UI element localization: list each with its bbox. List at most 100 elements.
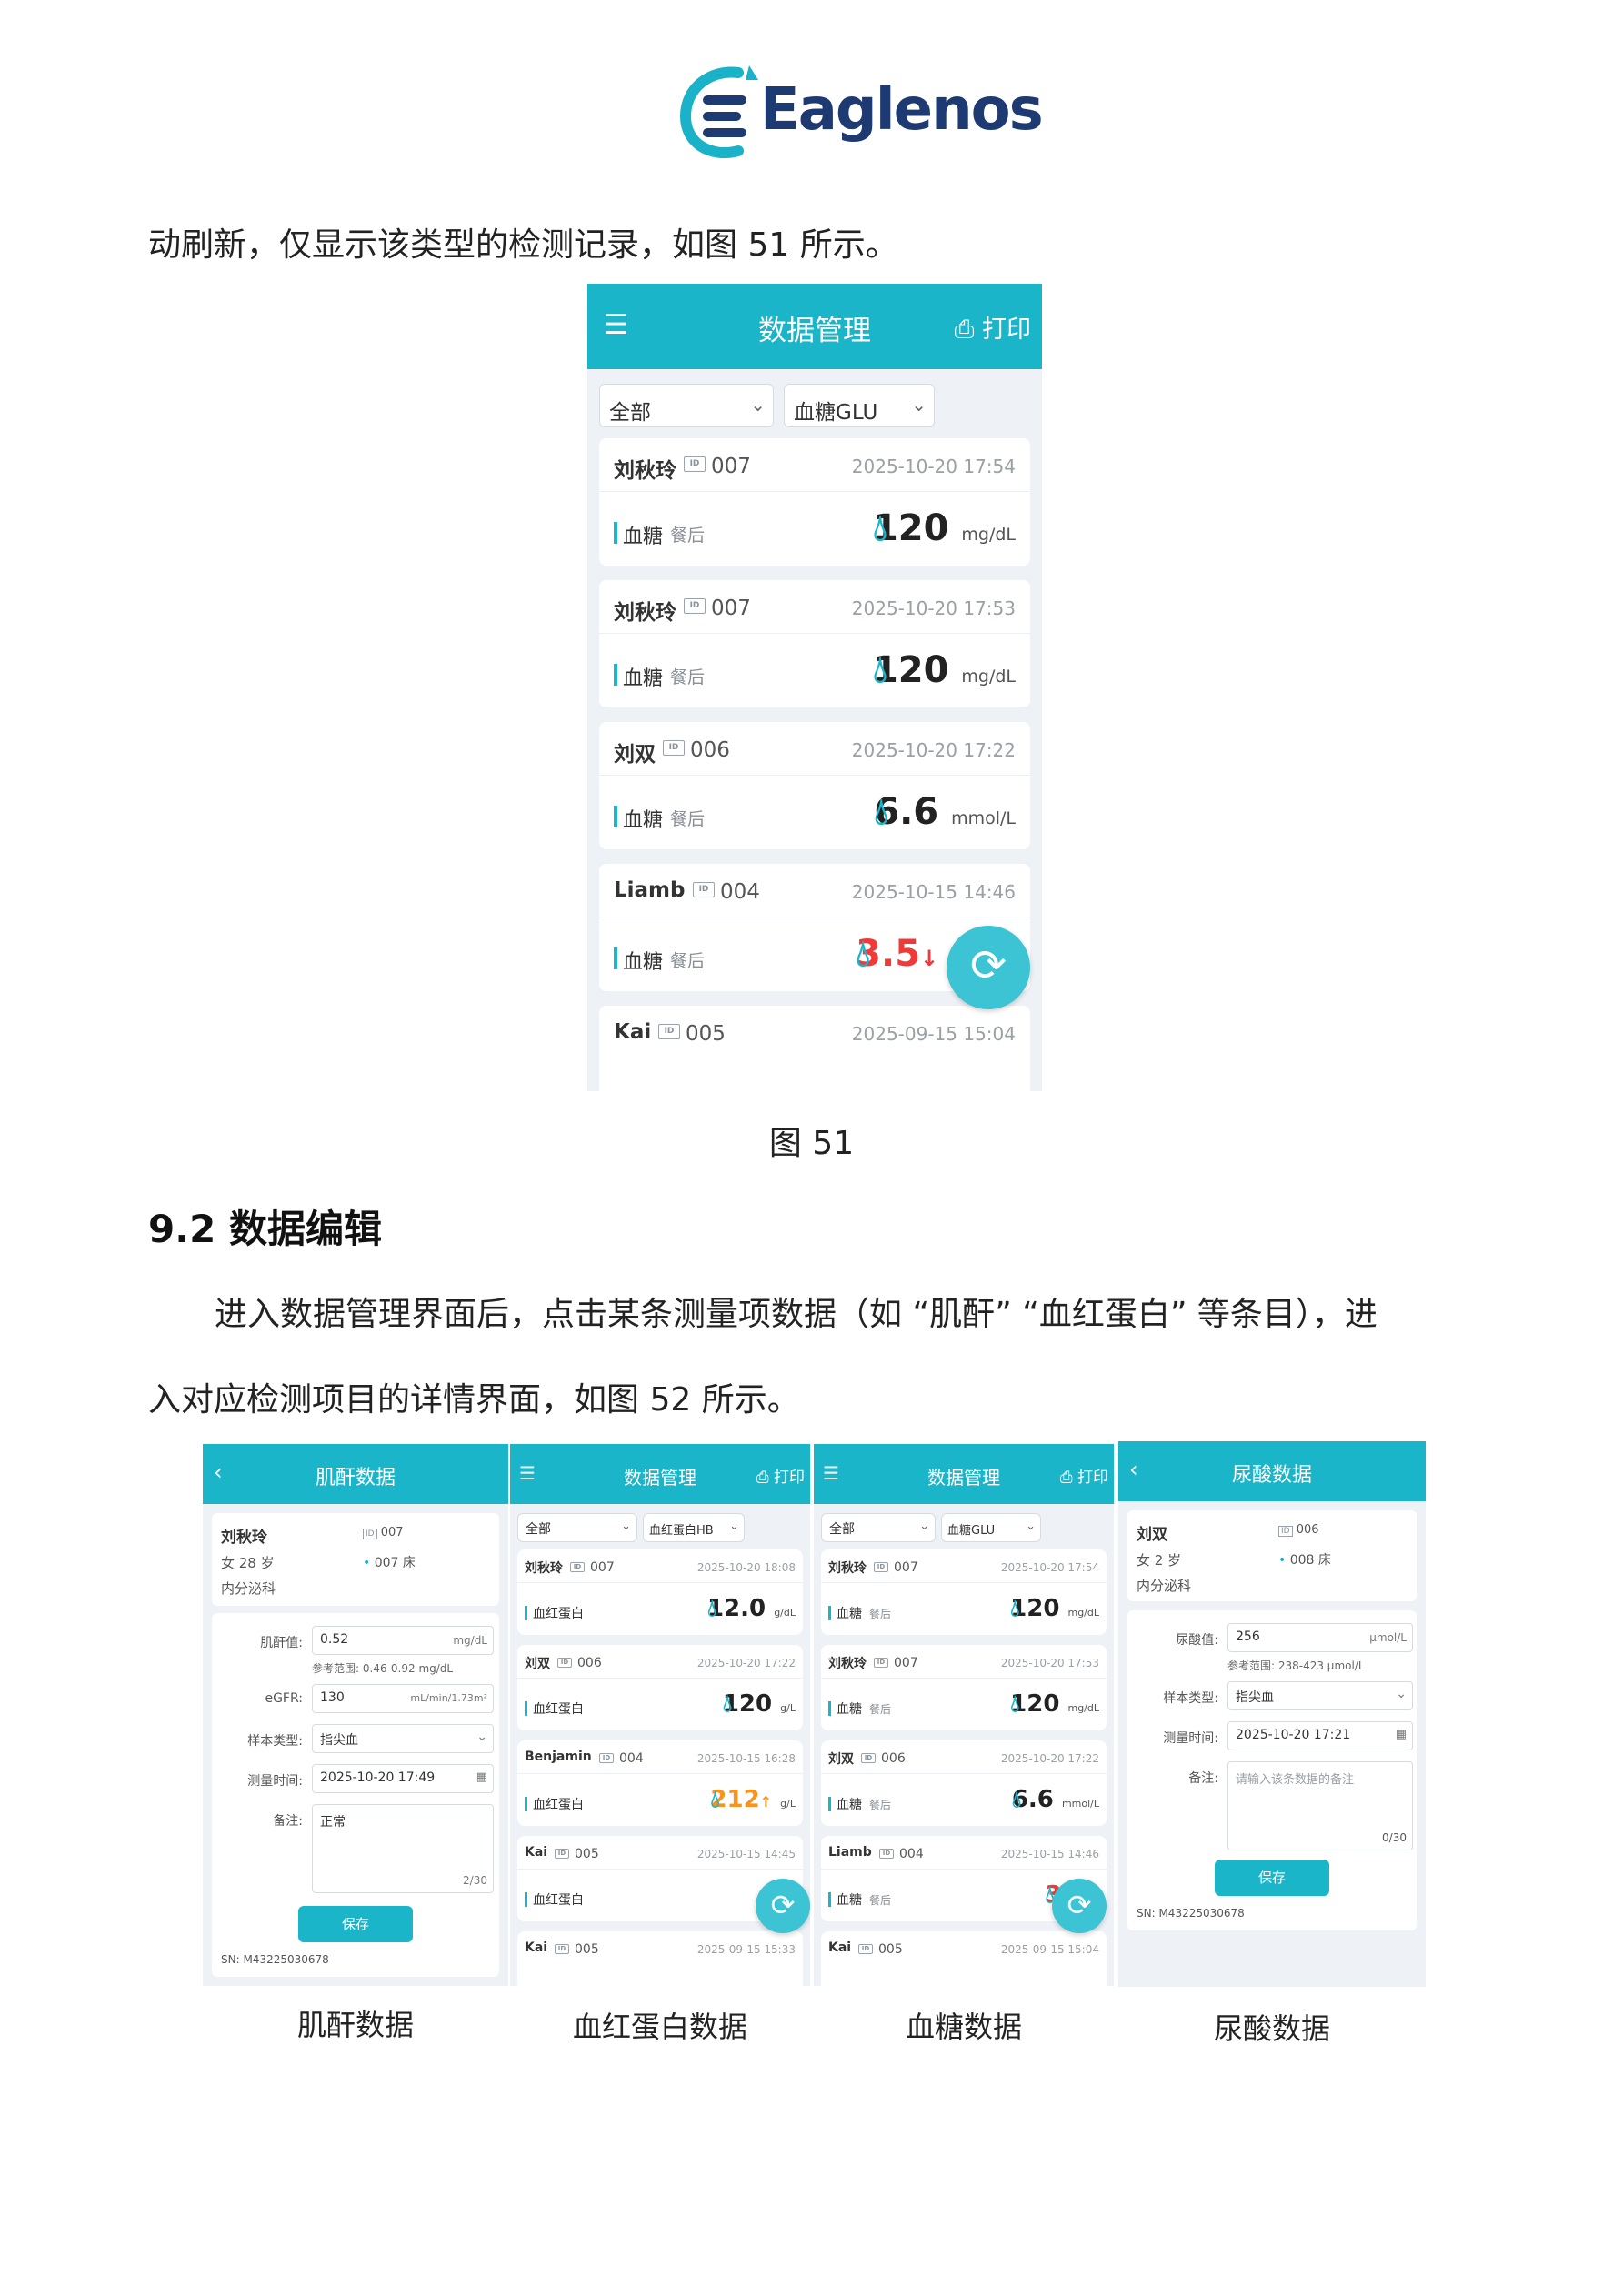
save-button[interactable]: 保存 — [298, 1906, 413, 1942]
record-card[interactable]: 刘秋玲 ID 007 2025-10-20 17:54 血糖 餐后 💧︎ 120 mg/dL — [821, 1549, 1107, 1635]
refresh-icon[interactable]: ⟳ — [947, 926, 1030, 1009]
patient-name: Liamb — [614, 878, 686, 902]
unit: g/L — [780, 1798, 796, 1810]
page-title: 尿酸数据 — [1231, 1464, 1312, 1487]
patient-bed: • 007 床 — [363, 1556, 416, 1570]
egfr-label: eGFR: — [265, 1691, 303, 1706]
record-card[interactable]: 刘秋玲 ID 007 2025-10-20 17:53 血糖 餐后 💧︎ 120 mg/dL — [821, 1645, 1107, 1730]
detail-form: 尿酸值: 256 μmol/L 参考范围: 238-423 μmol/L 样本类型… — [1127, 1610, 1417, 1930]
section-heading: 9.2 数据编辑 — [148, 1207, 383, 1251]
record-card[interactable]: Kai ID 005 2025-09-15 15:33 — [517, 1931, 803, 1986]
item-name: 血红蛋白 — [533, 1798, 584, 1812]
note-textarea[interactable]: 正常 2/30 — [312, 1804, 494, 1893]
patient-id: 004 — [899, 1847, 924, 1861]
patient-name: Kai — [828, 1940, 852, 1955]
patient-dept: 内分泌科 — [1137, 1578, 1192, 1594]
patient-id: 006 — [690, 738, 730, 762]
figure51-screen: ☰ 数据管理 ⎙ 打印 全部 ⌄ 血糖GLU ⌄ 刘秋玲 ID 007 2025-10-2… — [587, 284, 1042, 1091]
refresh-icon[interactable]: ⟳ — [1052, 1879, 1107, 1933]
measurement-value: 💧︎ 6.6 mmol/L — [874, 791, 1016, 833]
save-button[interactable]: 保存 — [1215, 1860, 1329, 1896]
record-card[interactable]: 刘秋玲 ID 007 2025-10-20 17:54 血糖 餐后 💧︎ 120 mg/dL — [599, 438, 1030, 566]
refresh-icon[interactable]: ⟳ — [756, 1879, 810, 1933]
record-card[interactable]: 刘双 ID 006 2025-10-20 17:22 血红蛋白 💧︎ 120 g/L — [517, 1645, 803, 1730]
record-card[interactable]: 刘双 ID 006 2025-10-20 17:22 血糖 餐后 💧︎ 6.6 mmol/L — [599, 722, 1030, 849]
record-time: 2025-10-20 17:22 — [851, 739, 1016, 761]
scope-select[interactable]: 全部 ⌄ — [599, 384, 774, 427]
patient-name: 刘双 — [525, 1657, 550, 1671]
time-input[interactable]: 2025-10-20 17:49 ▦ — [312, 1764, 494, 1793]
patient-name: 刘秋玲 — [828, 1657, 867, 1671]
value-input[interactable]: 0.52 mg/dL — [312, 1626, 494, 1655]
id-badge-icon: ID — [693, 882, 715, 897]
item-marker — [614, 522, 617, 544]
record-time: 2025-10-20 17:54 — [1000, 1561, 1099, 1574]
record-card[interactable]: 刘秋玲 ID 007 2025-10-20 17:53 血糖 餐后 💧︎ 120 mg/dL — [599, 580, 1030, 707]
sample-label: 样本类型: — [247, 1734, 303, 1749]
measurement-value: 💧︎ 6.6 mmol/L — [1012, 1786, 1099, 1813]
egfr-input[interactable]: 130 mL/min/1.73m² — [312, 1684, 494, 1713]
patient-id: 007 — [894, 1560, 918, 1575]
patient-name: Benjamin — [525, 1750, 592, 1764]
drop-icon: 💧︎ — [872, 649, 887, 691]
scope-select[interactable]: 全部 ⌄ — [821, 1513, 936, 1542]
item-marker — [525, 1701, 527, 1716]
id-badge-icon: ID — [555, 1849, 569, 1859]
caption-glucose: 血糖数据 — [905, 2010, 1022, 2044]
item-marker — [614, 806, 617, 827]
page-title: 肌酐数据 — [315, 1467, 396, 1489]
meal-tag: 餐后 — [670, 526, 706, 546]
patient-card: 刘秋玲 ID 007 女 28 岁 • 007 床 内分泌科 — [212, 1513, 499, 1606]
meal-tag: 餐后 — [869, 1608, 892, 1620]
drop-icon: 💧︎ — [706, 1595, 717, 1622]
id-badge-icon: ID — [861, 1753, 876, 1763]
note-label: 备注: — [1188, 1771, 1218, 1786]
patient-name: 刘双 — [614, 743, 656, 767]
sample-select[interactable]: 指尖血 ⌄ — [1227, 1681, 1413, 1710]
patient-id: 005 — [686, 1022, 726, 1046]
print-button[interactable]: ⎙ 打印 — [955, 309, 1031, 345]
item-marker — [828, 1892, 831, 1907]
app-header: ☰ 数据管理 ⎙ 打印 — [510, 1444, 810, 1504]
record-card[interactable]: 刘双 ID 006 2025-10-20 17:22 血糖 餐后 💧︎ 6.6 mmol/L — [821, 1740, 1107, 1826]
record-card[interactable]: 刘秋玲 ID 007 2025-10-20 18:08 血红蛋白 💧︎ 12.0 g/dL — [517, 1549, 803, 1635]
print-button[interactable]: ⎙ 打印 — [1060, 1464, 1108, 1487]
note-textarea[interactable]: 请输入该条数据的备注 0/30 — [1227, 1761, 1413, 1850]
meal-tag: 餐后 — [869, 1894, 892, 1907]
unit: g/dL — [774, 1607, 796, 1619]
chevron-down-icon: ⌄ — [911, 394, 927, 416]
type-select[interactable]: 血糖GLU ⌄ — [784, 384, 935, 427]
reference-range: 参考范围: 238-423 μmol/L — [1227, 1659, 1365, 1672]
id-badge-icon: ID — [570, 1562, 585, 1572]
item-name: 血糖 — [623, 809, 664, 832]
caption-uric-acid: 尿酸数据 — [1213, 2011, 1330, 2046]
type-select[interactable]: 血糖GLU ⌄ — [941, 1513, 1041, 1542]
value-input[interactable]: 256 μmol/L — [1227, 1623, 1413, 1652]
chevron-down-icon: ⌄ — [750, 394, 766, 416]
measurement-value: 💧︎ 120 mg/dL — [873, 649, 1016, 691]
patient-id: 004 — [720, 880, 760, 904]
measurement-value: 💧︎ 120 g/L — [723, 1690, 796, 1718]
printer-icon: ⎙ — [1059, 1469, 1073, 1487]
sample-select[interactable]: 指尖血 ⌄ — [312, 1724, 494, 1753]
patient-id: 007 — [711, 455, 751, 478]
section-paragraph-2: 入对应检测项目的详情界面，如图 52 所示。 — [148, 1381, 800, 1419]
scope-select[interactable]: 全部 ⌄ — [517, 1513, 637, 1542]
drop-icon: 💧︎ — [856, 933, 871, 975]
print-button[interactable]: ⎙ 打印 — [756, 1464, 805, 1487]
time-input[interactable]: 2025-10-20 17:21 ▦ — [1227, 1721, 1413, 1750]
record-card[interactable]: Benjamin ID 004 2025-10-15 16:28 血红蛋白 💧︎ 212↑… — [517, 1740, 803, 1826]
unit: mg/dL — [1067, 1607, 1099, 1619]
item-name: 血糖 — [837, 1607, 862, 1621]
record-card[interactable]: Kai ID 005 2025-09-15 15:04 — [599, 1006, 1030, 1091]
record-time: 2025-10-20 17:53 — [1000, 1657, 1099, 1669]
drop-icon: 💧︎ — [710, 1786, 720, 1813]
id-badge-icon: ID — [879, 1849, 894, 1859]
eagle-logo-icon — [679, 65, 758, 158]
id-badge-icon: ID — [663, 740, 685, 756]
record-card[interactable]: Kai ID 005 2025-09-15 15:04 — [821, 1931, 1107, 1986]
app-header: ‹ 肌酐数据 — [203, 1444, 508, 1504]
detail-form: 肌酐值: 0.52 mg/dL 参考范围: 0.46-0.92 mg/dL eGF… — [212, 1613, 499, 1977]
type-select[interactable]: 血红蛋白HB ⌄ — [643, 1513, 745, 1542]
record-time: 2025-10-20 18:08 — [696, 1561, 796, 1574]
